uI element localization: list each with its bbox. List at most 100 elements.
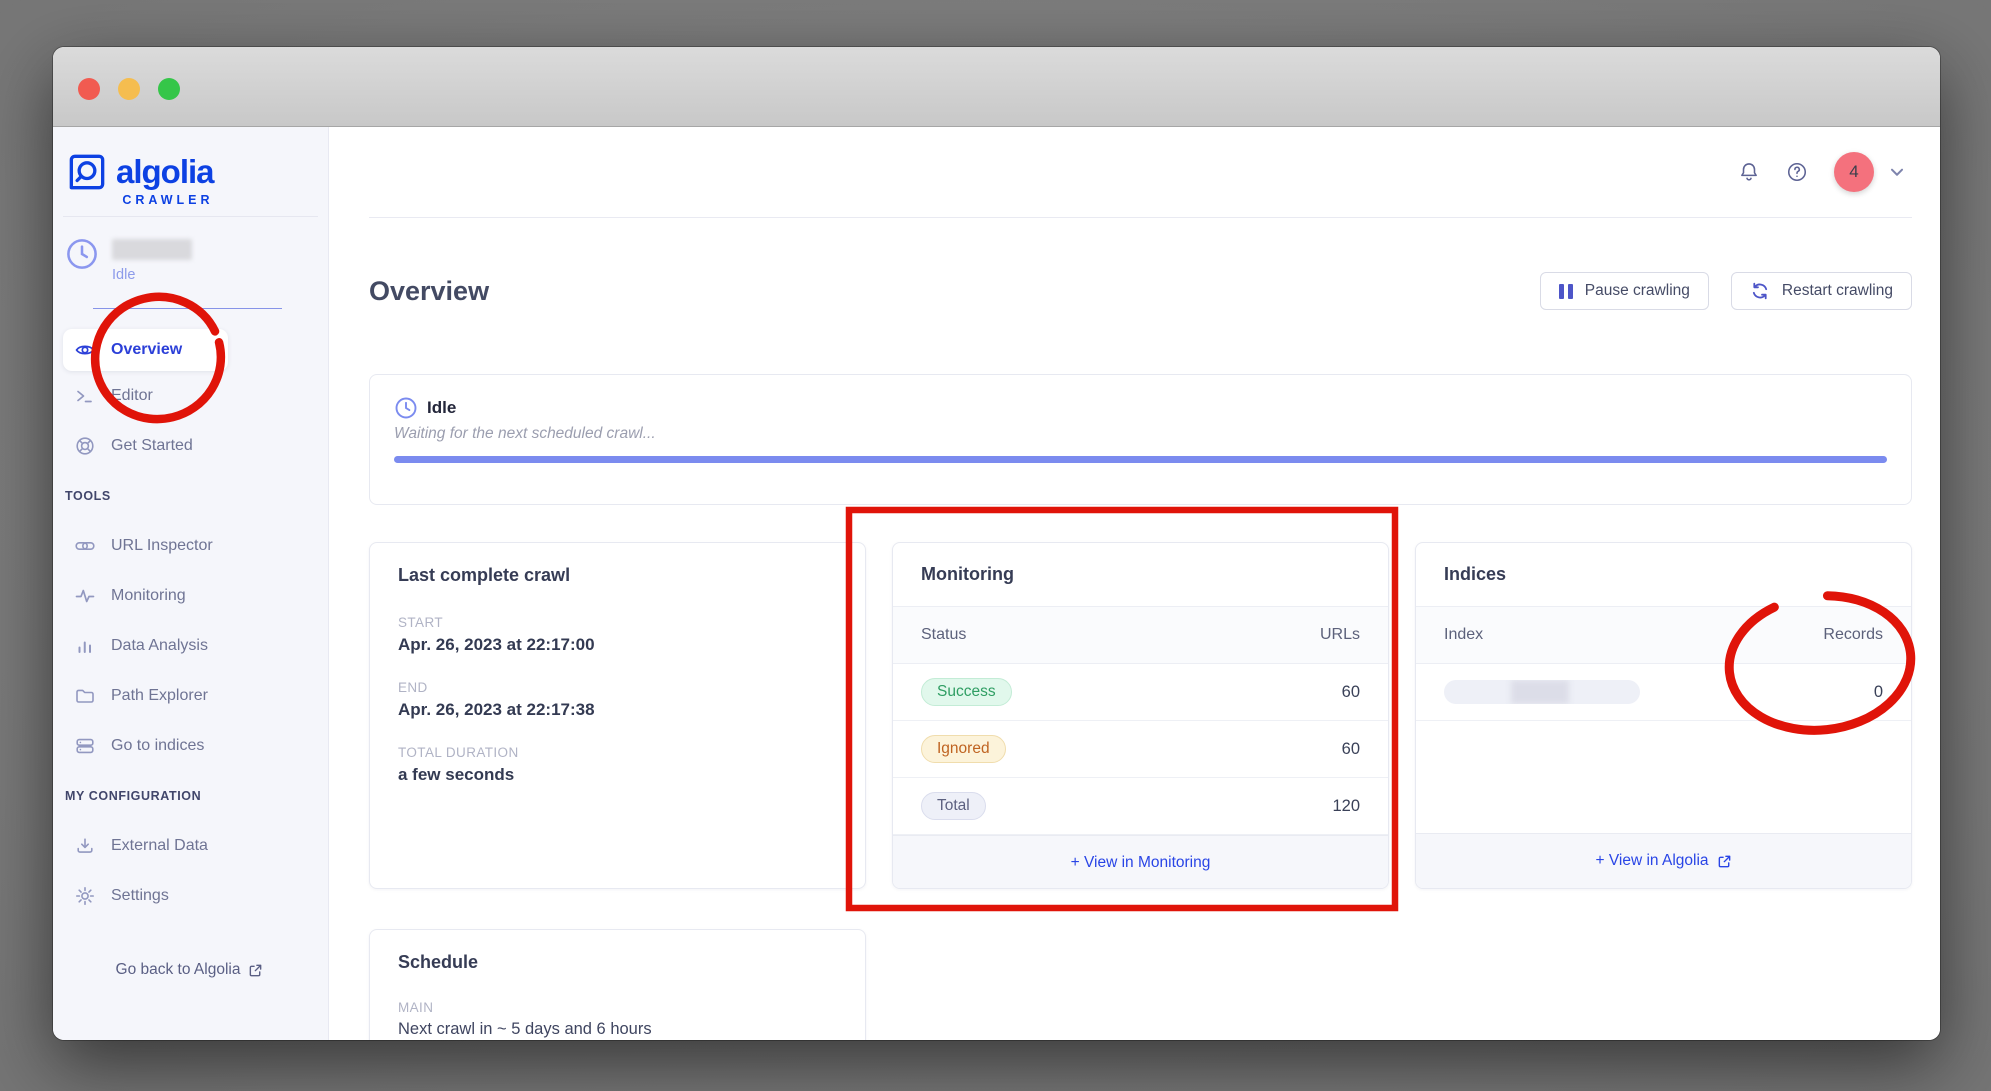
- sidebar-item-editor[interactable]: Editor: [63, 371, 316, 421]
- brand-product-label: CRAWLER: [67, 193, 214, 207]
- status-badge: Success: [921, 678, 1012, 706]
- view-in-algolia-link[interactable]: + View in Algolia: [1416, 833, 1911, 888]
- sidebar-item-label: URL Inspector: [111, 537, 213, 555]
- crawler-status-banner: Idle Waiting for the next scheduled craw…: [369, 374, 1912, 505]
- sidebar-item-settings[interactable]: Settings: [63, 871, 316, 921]
- column-records: Records: [1823, 626, 1883, 644]
- sidebar: algolia CRAWLER Idle: [53, 127, 329, 1040]
- sidebar-item-external-data[interactable]: External Data: [63, 821, 316, 871]
- end-value: Apr. 26, 2023 at 22:17:38: [398, 700, 837, 720]
- help-icon[interactable]: [1786, 161, 1808, 183]
- zoom-window-button[interactable]: [158, 78, 180, 100]
- clock-icon: [65, 237, 99, 283]
- card-title: Schedule: [370, 930, 865, 994]
- sidebar-item-label: Data Analysis: [111, 637, 208, 655]
- sidebar-item-data-analysis[interactable]: Data Analysis: [63, 621, 316, 671]
- status-badge: Ignored: [921, 735, 1006, 763]
- start-label: START: [398, 615, 837, 630]
- column-status: Status: [921, 626, 966, 644]
- bell-icon[interactable]: [1738, 161, 1760, 183]
- sidebar-item-label: Overview: [111, 341, 182, 359]
- start-value: Apr. 26, 2023 at 22:17:00: [398, 635, 837, 655]
- go-back-to-algolia-link[interactable]: Go back to Algolia: [63, 961, 316, 979]
- minimize-window-button[interactable]: [118, 78, 140, 100]
- table-row: Success 60: [893, 664, 1388, 721]
- restart-crawling-button[interactable]: Restart crawling: [1731, 272, 1912, 310]
- brand-wordmark: algolia: [116, 153, 214, 191]
- algolia-logo-icon: [67, 152, 107, 192]
- refresh-icon: [1750, 281, 1770, 301]
- crawler-status-label: Idle: [112, 267, 192, 283]
- sidebar-item-label: Monitoring: [111, 587, 186, 605]
- sidebar-item-label: Go to indices: [111, 737, 204, 755]
- sidebar-item-label: Settings: [111, 887, 169, 905]
- chevron-down-icon[interactable]: [1886, 161, 1908, 183]
- sidebar-item-get-started[interactable]: Get Started: [63, 421, 316, 471]
- folder-icon: [75, 686, 95, 706]
- card-title: Indices: [1416, 543, 1911, 607]
- pause-crawling-button[interactable]: Pause crawling: [1540, 272, 1709, 310]
- sidebar-item-url-inspector[interactable]: URL Inspector: [63, 521, 316, 571]
- close-window-button[interactable]: [78, 78, 100, 100]
- external-link-icon: [248, 963, 263, 978]
- urls-count: 60: [1342, 740, 1360, 759]
- total-duration-label: TOTAL DURATION: [398, 745, 837, 760]
- download-icon: [75, 836, 95, 856]
- total-duration-value: a few seconds: [398, 765, 837, 785]
- sidebar-item-monitoring[interactable]: Monitoring: [63, 571, 316, 621]
- status-subtitle: Waiting for the next scheduled crawl...: [394, 425, 1887, 443]
- clock-icon: [394, 396, 418, 420]
- page-content: Overview Pause crawling: [329, 218, 1940, 1040]
- main-area: 4 Overview Pause crawlin: [329, 127, 1940, 1040]
- link-icon: [75, 536, 95, 556]
- sidebar-item-label: External Data: [111, 837, 208, 855]
- eye-icon: [75, 340, 95, 360]
- column-index: Index: [1444, 626, 1483, 644]
- external-link-icon: [1717, 854, 1732, 869]
- sidebar-item-label: Get Started: [111, 437, 193, 455]
- urls-count: 60: [1342, 683, 1360, 702]
- activity-icon: [75, 586, 95, 606]
- sidebar-section-my-configuration: MY CONFIGURATION: [63, 771, 316, 821]
- sidebar-item-label: Path Explorer: [111, 687, 208, 705]
- brand-logo[interactable]: algolia CRAWLER: [63, 127, 318, 217]
- column-urls: URLs: [1320, 626, 1360, 644]
- records-count: 0: [1874, 683, 1883, 702]
- table-row: Total 120: [893, 778, 1388, 835]
- progress-bar: [394, 456, 1887, 463]
- end-label: END: [398, 680, 837, 695]
- card-title: Monitoring: [893, 543, 1388, 607]
- sidebar-item-label: Editor: [111, 387, 153, 405]
- top-header: 4: [329, 127, 1940, 217]
- last-complete-crawl-card: Last complete crawl START Apr. 26, 2023 …: [369, 542, 866, 889]
- card-title: Last complete crawl: [370, 543, 865, 607]
- main-label: MAIN: [398, 1000, 837, 1015]
- view-in-monitoring-link[interactable]: + View in Monitoring: [893, 835, 1388, 889]
- server-icon: [75, 736, 95, 756]
- lifebuoy-icon: [75, 436, 95, 456]
- sidebar-section-tools: TOOLS: [63, 471, 316, 521]
- app-window: algolia CRAWLER Idle: [53, 47, 1940, 1040]
- status-badge: Total: [921, 792, 986, 820]
- avatar[interactable]: 4: [1834, 152, 1874, 192]
- crawler-selector[interactable]: Idle: [53, 217, 328, 283]
- terminal-icon: [75, 386, 95, 406]
- desktop-background: algolia CRAWLER Idle: [0, 0, 1991, 1091]
- window-titlebar[interactable]: [53, 47, 1940, 127]
- next-crawl-value: Next crawl in ~ 5 days and 6 hours: [398, 1020, 837, 1039]
- redacted-index-name: [1444, 680, 1640, 704]
- gear-icon: [75, 886, 95, 906]
- table-row: Ignored 60: [893, 721, 1388, 778]
- redacted-crawler-name: [112, 239, 192, 260]
- indices-card: Indices Index Records 0 + View in Algoli…: [1415, 542, 1912, 889]
- sidebar-item-go-to-indices[interactable]: Go to indices: [63, 721, 316, 771]
- sidebar-item-path-explorer[interactable]: Path Explorer: [63, 671, 316, 721]
- schedule-card: Schedule MAIN Next crawl in ~ 5 days and…: [369, 929, 866, 1040]
- pause-icon: [1559, 284, 1573, 299]
- bar-chart-icon: [75, 636, 95, 656]
- status-title: Idle: [427, 398, 456, 418]
- urls-count: 120: [1332, 797, 1360, 816]
- sidebar-nav: Overview Editor: [53, 309, 328, 979]
- sidebar-item-overview[interactable]: Overview: [63, 329, 228, 371]
- page-title: Overview: [369, 276, 489, 307]
